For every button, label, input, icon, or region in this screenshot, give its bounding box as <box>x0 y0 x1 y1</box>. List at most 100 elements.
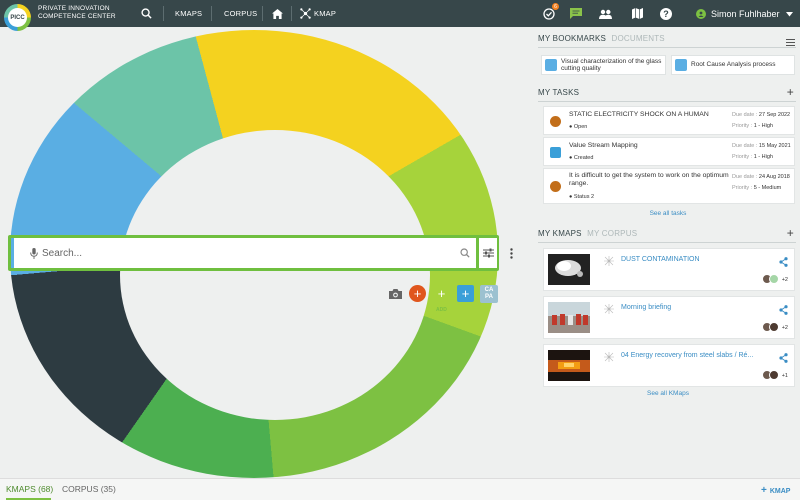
divider <box>538 47 796 48</box>
share-icon[interactable] <box>779 305 788 317</box>
plus-icon: + <box>761 485 767 496</box>
bookmarks-header: MY BOOKMARKS DOCUMENTS <box>538 34 798 48</box>
due-label: Due date : <box>732 143 758 149</box>
due-value: 27 Sep 2022 <box>758 112 791 118</box>
task-due: Due date : 27 Sep 2022 <box>732 110 790 121</box>
more-options-icon[interactable] <box>507 244 515 262</box>
kmap-network-icon <box>604 256 614 266</box>
members-count: +1 <box>781 373 788 379</box>
share-icon[interactable] <box>779 353 788 365</box>
kmap-title: Morning briefing <box>621 304 672 311</box>
people-icon[interactable] <box>597 0 613 27</box>
kmap-title: 04 Energy recovery from steel slabs / Ré… <box>621 352 754 359</box>
tasks-title: MY TASKS <box>538 88 580 97</box>
task-priority: Priority : 1 - High <box>732 152 791 163</box>
search-submit-icon[interactable] <box>460 248 470 258</box>
chat-icon[interactable] <box>568 0 584 27</box>
task-card[interactable]: STATIC ELECTRICITY SHOCK ON A HUMAN ● Op… <box>543 106 795 135</box>
task-status-text: Status 2 <box>573 194 595 200</box>
microphone-icon[interactable] <box>30 247 38 259</box>
task-status-text: Created <box>573 155 594 161</box>
kmap-thumbnail <box>548 302 590 333</box>
priority-value: 5 - Medium <box>753 185 782 191</box>
priority-value: 1 - High <box>753 154 773 160</box>
search-input[interactable] <box>38 238 460 268</box>
map-icon[interactable] <box>630 0 644 27</box>
search-bar <box>8 235 499 271</box>
add-kmap-button[interactable]: + KMAP <box>761 485 790 496</box>
task-title: It is difficult to get the system to wor… <box>569 172 729 187</box>
tab-documents[interactable]: DOCUMENTS <box>611 34 664 43</box>
add-kmap-label: KMAP <box>769 488 791 495</box>
picc-logo[interactable]: PICC <box>4 4 31 31</box>
nav-corpus[interactable]: CORPUS <box>224 0 257 27</box>
task-title: STATIC ELECTRICITY SHOCK ON A HUMAN <box>569 111 709 118</box>
nav-kmap[interactable]: KMAP <box>314 0 336 27</box>
task-status: ● Open <box>569 124 588 130</box>
task-priority: Priority : 5 - Medium <box>732 183 790 194</box>
org-line-2: COMPETENCE CENTER <box>38 13 116 20</box>
kmap-title: DUST CONTAMINATION <box>621 256 700 263</box>
tab-corpus-count[interactable]: CORPUS (35) <box>62 484 116 494</box>
task-status-icon <box>550 181 561 192</box>
priority-label: Priority : <box>732 185 753 191</box>
chevron-down-icon <box>785 9 793 19</box>
help-icon[interactable]: ? <box>659 0 673 27</box>
add-task-icon[interactable]: + <box>787 85 794 99</box>
tab-kmaps-count[interactable]: KMAPS (68) <box>6 484 53 494</box>
share-icon[interactable] <box>779 257 788 269</box>
home-icon[interactable] <box>270 0 284 27</box>
tab-my-kmaps[interactable]: MY KMAPS <box>538 229 582 238</box>
members-count: +2 <box>781 325 788 331</box>
user-menu[interactable]: Simon Fuhlhaber <box>696 0 793 27</box>
tab-my-bookmarks[interactable]: MY BOOKMARKS <box>538 34 606 43</box>
camera-icon[interactable] <box>388 287 402 301</box>
see-all-tasks-link[interactable]: See all tasks <box>538 210 798 217</box>
add-orange-button[interactable]: + <box>409 285 426 302</box>
task-meta: Due date : 27 Sep 2022 Priority : 1 - Hi… <box>732 110 790 132</box>
task-meta: Due date : 15 May 2021 Priority : 1 - Hi… <box>732 141 791 163</box>
see-all-kmaps-link[interactable]: See all KMaps <box>538 390 798 397</box>
search-box <box>11 238 476 268</box>
add-kmap-icon[interactable]: + <box>787 226 794 240</box>
kmap-bookmark-icon <box>675 59 687 71</box>
task-title: Value Stream Mapping <box>569 142 638 149</box>
user-avatar-icon <box>696 8 706 19</box>
task-due: Due date : 15 May 2021 <box>732 141 791 152</box>
tab-my-corpus[interactable]: MY CORPUS <box>587 229 637 238</box>
search-icon[interactable] <box>138 0 154 27</box>
kmap-thumbnail <box>548 254 590 285</box>
priority-value: 1 - High <box>753 123 773 129</box>
nav-separator <box>163 6 164 21</box>
nav-kmaps[interactable]: KMAPS <box>175 0 202 27</box>
task-card[interactable]: Value Stream Mapping ● Created Due date … <box>543 137 795 166</box>
tasks-header: MY TASKS + <box>538 85 798 102</box>
calendar-icon <box>550 147 561 158</box>
organization-name: PRIVATE INNOVATION COMPETENCE CENTER <box>38 5 116 21</box>
menu-icon[interactable] <box>786 39 795 46</box>
kmap-card[interactable]: 04 Energy recovery from steel slabs / Ré… <box>543 344 795 387</box>
task-status: ● Created <box>569 155 594 161</box>
add-blue-button[interactable]: + <box>457 285 474 302</box>
capa-button[interactable]: CA PA <box>480 285 498 303</box>
due-value: 24 Aug 2018 <box>758 174 790 180</box>
task-due: Due date : 24 Aug 2018 <box>732 172 790 183</box>
capa-line-2: PA <box>485 294 493 300</box>
kmap-card[interactable]: Morning briefing +2 <box>543 296 795 339</box>
task-status: ● Status 2 <box>569 194 595 200</box>
task-status-icon <box>550 116 561 127</box>
bookmark-item[interactable]: Root Cause Analysis process <box>671 55 795 75</box>
kmap-network-icon <box>604 352 614 362</box>
task-priority: Priority : 1 - High <box>732 121 790 132</box>
bookmark-item[interactable]: Visual characterization of the glass cut… <box>541 55 666 75</box>
divider <box>538 242 796 243</box>
task-card[interactable]: It is difficult to get the system to wor… <box>543 168 795 204</box>
due-label: Due date : <box>732 112 758 118</box>
org-line-1: PRIVATE INNOVATION <box>38 5 110 12</box>
filter-settings-icon[interactable] <box>479 238 497 268</box>
kmap-network-icon[interactable] <box>298 0 312 27</box>
kmap-card[interactable]: DUST CONTAMINATION +2 <box>543 248 795 291</box>
top-bar: PICC PRIVATE INNOVATION COMPETENCE CENTE… <box>0 0 800 31</box>
member-avatar <box>769 274 779 284</box>
add-button[interactable]: + <box>433 285 450 302</box>
